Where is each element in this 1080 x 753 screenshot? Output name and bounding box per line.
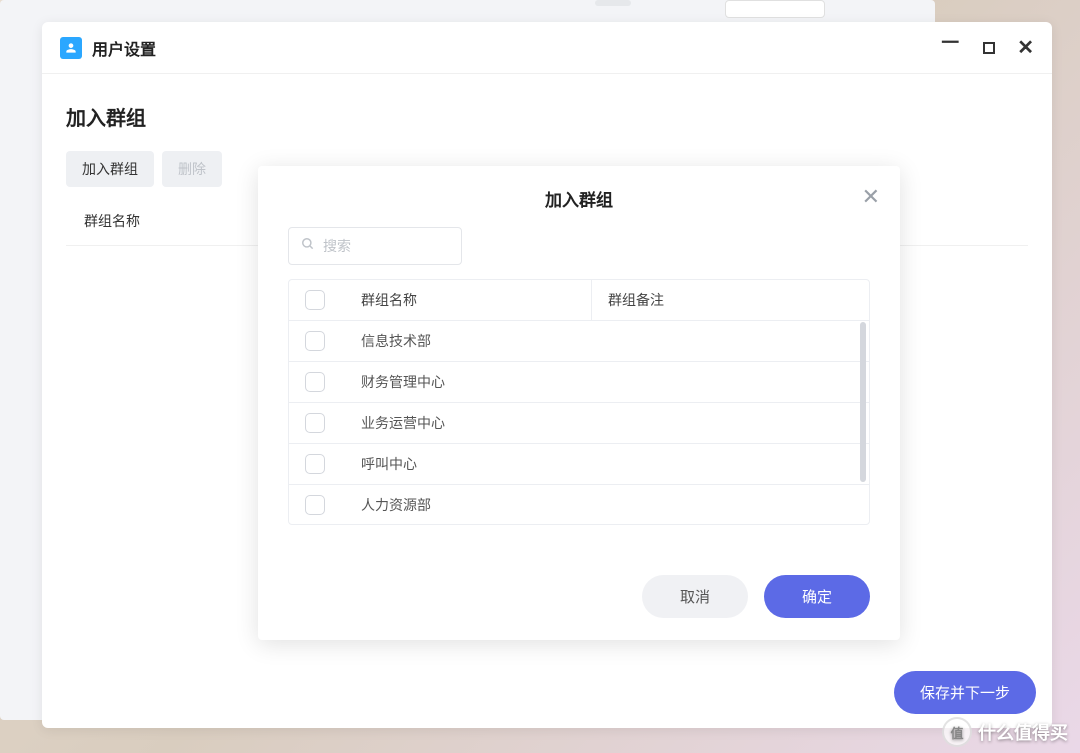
- join-group-modal: 加入群组 ✕ 群组名称 群组备注 信息技术部 财务管理中心: [258, 166, 900, 640]
- footer: 保存并下一步: [894, 671, 1036, 714]
- watermark-icon: 值: [942, 717, 972, 747]
- bg-search: [725, 0, 825, 18]
- table-row: 呼叫中心: [289, 444, 869, 485]
- table-scrollbar[interactable]: [860, 322, 866, 482]
- row-name: 财务管理中心: [361, 372, 591, 392]
- table-header-row: 群组名称 群组备注: [289, 280, 869, 321]
- table-row: 业务运营中心: [289, 403, 869, 444]
- search-icon: [301, 237, 315, 256]
- row-name: 人力资源部: [361, 495, 591, 515]
- search-field-wrap: [288, 227, 462, 265]
- save-next-button[interactable]: 保存并下一步: [894, 671, 1036, 714]
- titlebar: 用户设置 － ✕: [42, 22, 1052, 74]
- confirm-button[interactable]: 确定: [764, 575, 870, 618]
- row-name: 呼叫中心: [361, 454, 591, 474]
- row-name: 业务运营中心: [361, 413, 591, 433]
- row-checkbox[interactable]: [305, 413, 325, 433]
- col-group-name: 群组名称: [361, 290, 591, 310]
- table-row: 信息技术部: [289, 321, 869, 362]
- table-row: 财务管理中心: [289, 362, 869, 403]
- search-input[interactable]: [323, 238, 449, 254]
- cancel-button[interactable]: 取消: [642, 575, 748, 618]
- row-checkbox[interactable]: [305, 454, 325, 474]
- modal-close-button[interactable]: ✕: [862, 184, 880, 210]
- group-table: 群组名称 群组备注 信息技术部 财务管理中心 业务运营中心 呼叫中心 人力: [288, 279, 870, 525]
- close-window-button[interactable]: ✕: [1017, 35, 1034, 60]
- watermark-text: 什么值得买: [978, 719, 1068, 745]
- window-controls: － ✕: [939, 35, 1034, 60]
- select-all-checkbox[interactable]: [305, 290, 325, 310]
- bg-tab: [595, 0, 631, 6]
- row-checkbox[interactable]: [305, 495, 325, 515]
- join-group-button[interactable]: 加入群组: [66, 151, 154, 187]
- modal-title: 加入群组: [545, 186, 613, 211]
- page-title: 加入群组: [66, 102, 1028, 131]
- minimize-button[interactable]: －: [939, 38, 961, 48]
- col-group-note: 群组备注: [591, 280, 791, 320]
- user-icon: [60, 37, 82, 59]
- modal-header: 加入群组 ✕: [258, 166, 900, 227]
- modal-footer: 取消 确定: [258, 557, 900, 640]
- table-row: 人力资源部: [289, 485, 869, 525]
- modal-body: 群组名称 群组备注 信息技术部 财务管理中心 业务运营中心 呼叫中心 人力: [258, 227, 900, 557]
- watermark: 值 什么值得买: [942, 717, 1068, 747]
- maximize-button[interactable]: [983, 42, 995, 54]
- window-title: 用户设置: [92, 36, 939, 60]
- row-checkbox[interactable]: [305, 331, 325, 351]
- row-checkbox[interactable]: [305, 372, 325, 392]
- row-name: 信息技术部: [361, 331, 591, 351]
- delete-button[interactable]: 删除: [162, 151, 222, 187]
